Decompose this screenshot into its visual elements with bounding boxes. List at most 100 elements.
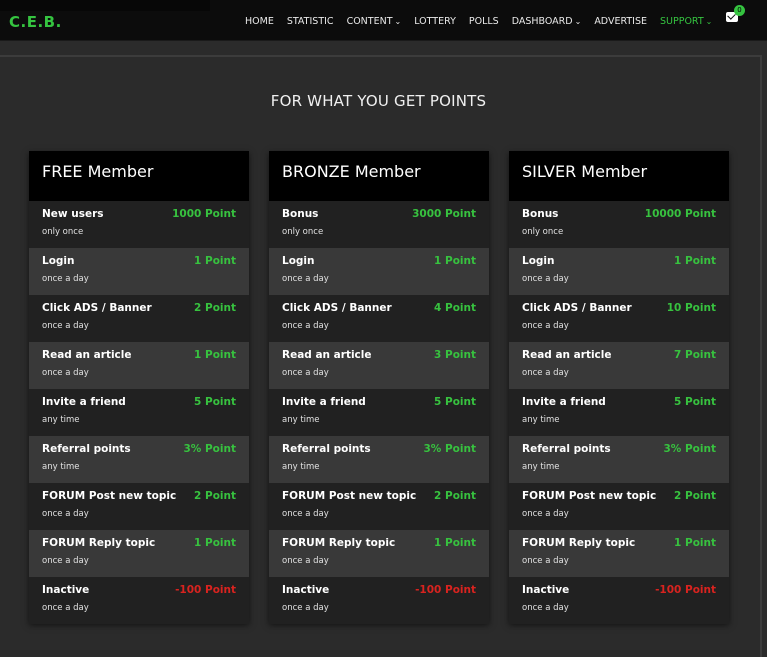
points-row: Invite a friend any time 5 Point <box>269 389 489 436</box>
nav-item-lottery[interactable]: LOTTERY <box>414 16 456 27</box>
frequency-text: any time <box>522 415 560 425</box>
frequency-text: once a day <box>42 603 89 613</box>
points-row: Read an article once a day 7 Point <box>509 342 729 389</box>
points-value: 2 Point <box>674 490 716 502</box>
main-nav: HOME STATISTIC CONTENT ⌄ LOTTERY POLLS DASHBOA… <box>245 16 725 27</box>
frequency-text: once a day <box>42 509 89 519</box>
frequency-text: any time <box>282 415 320 425</box>
points-row: Invite a friend any time 5 Point <box>509 389 729 436</box>
points-row: Referral points any time 3% Point <box>509 436 729 483</box>
points-value: 2 Point <box>194 490 236 502</box>
frequency-text: once a day <box>282 603 329 613</box>
points-value: 1 Point <box>674 255 716 267</box>
frequency-text: once a day <box>522 509 569 519</box>
frequency-text: only once <box>522 227 564 237</box>
points-value: 3% Point <box>663 443 717 455</box>
member-card-bronze: BRONZE Member Bonus only once 3000 Point Log… <box>269 151 489 624</box>
frequency-text: only once <box>282 227 324 237</box>
points-value: 3% Point <box>423 443 477 455</box>
points-row: FORUM Reply topic once a day 1 Point <box>509 530 729 577</box>
points-value: 5 Point <box>674 396 716 408</box>
points-row: FORUM Post new topic once a day 2 Point <box>29 483 249 530</box>
points-row: New users only once 1000 Point <box>29 201 249 248</box>
nav-item-dashboard[interactable]: DASHBOARD ⌄ <box>512 16 582 27</box>
points-row: Read an article once a day 1 Point <box>29 342 249 389</box>
points-value: 3 Point <box>434 349 476 361</box>
nav-item-polls[interactable]: POLLS <box>469 16 499 27</box>
nav-item-home[interactable]: HOME <box>245 16 274 27</box>
points-row: Login once a day 1 Point <box>509 248 729 295</box>
frequency-text: once a day <box>42 321 89 331</box>
points-row: Login once a day 1 Point <box>29 248 249 295</box>
top-navbar: C.E.B. HOME STATISTIC CONTENT ⌄ LOTTERY POLLS… <box>0 0 767 41</box>
frequency-text: only once <box>42 227 84 237</box>
nav-item-label: HOME <box>245 16 274 27</box>
points-row: Bonus only once 10000 Point <box>509 201 729 248</box>
frequency-text: once a day <box>522 603 569 613</box>
card-title: FREE Member <box>29 151 249 201</box>
frequency-text: once a day <box>282 509 329 519</box>
card-title: BRONZE Member <box>269 151 489 201</box>
points-value: 5 Point <box>434 396 476 408</box>
frequency-text: any time <box>42 415 80 425</box>
banner-strip <box>0 0 210 11</box>
points-value: 2 Point <box>194 302 236 314</box>
frequency-text: once a day <box>42 368 89 378</box>
nav-item-label: ADVERTISE <box>594 16 648 27</box>
nav-item-statistic[interactable]: STATISTIC <box>287 16 334 27</box>
points-value: 1000 Point <box>172 208 236 220</box>
nav-item-advertise[interactable]: ADVERTISE <box>594 16 647 27</box>
points-row: Referral points any time 3% Point <box>29 436 249 483</box>
nav-item-label: STATISTIC <box>286 16 334 27</box>
points-value: -100 Point <box>655 584 716 596</box>
nav-item-label: DASHBOARD <box>511 16 573 27</box>
points-row: Click ADS / Banner once a day 10 Point <box>509 295 729 342</box>
frequency-text: once a day <box>282 368 329 378</box>
frequency-text: once a day <box>42 274 89 284</box>
points-row: Referral points any time 3% Point <box>269 436 489 483</box>
nav-item-label: CONTENT <box>346 16 393 27</box>
points-value: 1 Point <box>194 349 236 361</box>
points-row: FORUM Reply topic once a day 1 Point <box>269 530 489 577</box>
section-title: FOR WHAT YOU GET POINTS <box>270 92 487 110</box>
points-value: -100 Point <box>415 584 476 596</box>
frequency-text: once a day <box>522 274 569 284</box>
points-value: 2 Point <box>434 490 476 502</box>
points-row: Read an article once a day 3 Point <box>269 342 489 389</box>
points-row: FORUM Post new topic once a day 2 Point <box>509 483 729 530</box>
points-value: 7 Point <box>674 349 716 361</box>
points-row: Bonus only once 3000 Point <box>269 201 489 248</box>
frequency-text: once a day <box>282 274 329 284</box>
points-row: FORUM Reply topic once a day 1 Point <box>29 530 249 577</box>
frequency-text: once a day <box>282 321 329 331</box>
frequency-text: once a day <box>522 321 569 331</box>
card-title: SILVER Member <box>509 151 729 201</box>
nav-item-label: LOTTERY <box>414 16 456 27</box>
points-value: 4 Point <box>434 302 476 314</box>
points-value: 1 Point <box>194 537 236 549</box>
site-logo[interactable]: C.E.B. <box>9 13 62 31</box>
points-row: Click ADS / Banner once a day 2 Point <box>29 295 249 342</box>
points-row: Inactive once a day -100 Point <box>509 577 729 624</box>
member-card-silver: SILVER Member Bonus only once 10000 Point Lo… <box>509 151 729 624</box>
frequency-text: once a day <box>42 556 89 566</box>
points-value: 1 Point <box>434 255 476 267</box>
frequency-text: any time <box>42 462 80 472</box>
frequency-text: once a day <box>282 556 329 566</box>
mail-button[interactable]: 0 <box>726 5 745 22</box>
chevron-down-icon: ⌄ <box>705 17 713 26</box>
points-row: FORUM Post new topic once a day 2 Point <box>269 483 489 530</box>
chevron-down-icon: ⌄ <box>394 17 402 26</box>
chevron-down-icon: ⌄ <box>574 17 582 26</box>
points-value: 10000 Point <box>644 208 716 220</box>
nav-item-label: POLLS <box>468 16 499 27</box>
frequency-text: any time <box>522 462 560 472</box>
points-value: -100 Point <box>175 584 236 596</box>
points-value: 1 Point <box>194 255 236 267</box>
frequency-text: any time <box>282 462 320 472</box>
points-value: 1 Point <box>674 537 716 549</box>
frequency-text: once a day <box>522 556 569 566</box>
mail-count-badge: 0 <box>734 5 745 16</box>
nav-item-content[interactable]: CONTENT ⌄ <box>347 16 402 27</box>
nav-item-support[interactable]: SUPPORT ⌄ <box>660 16 712 27</box>
